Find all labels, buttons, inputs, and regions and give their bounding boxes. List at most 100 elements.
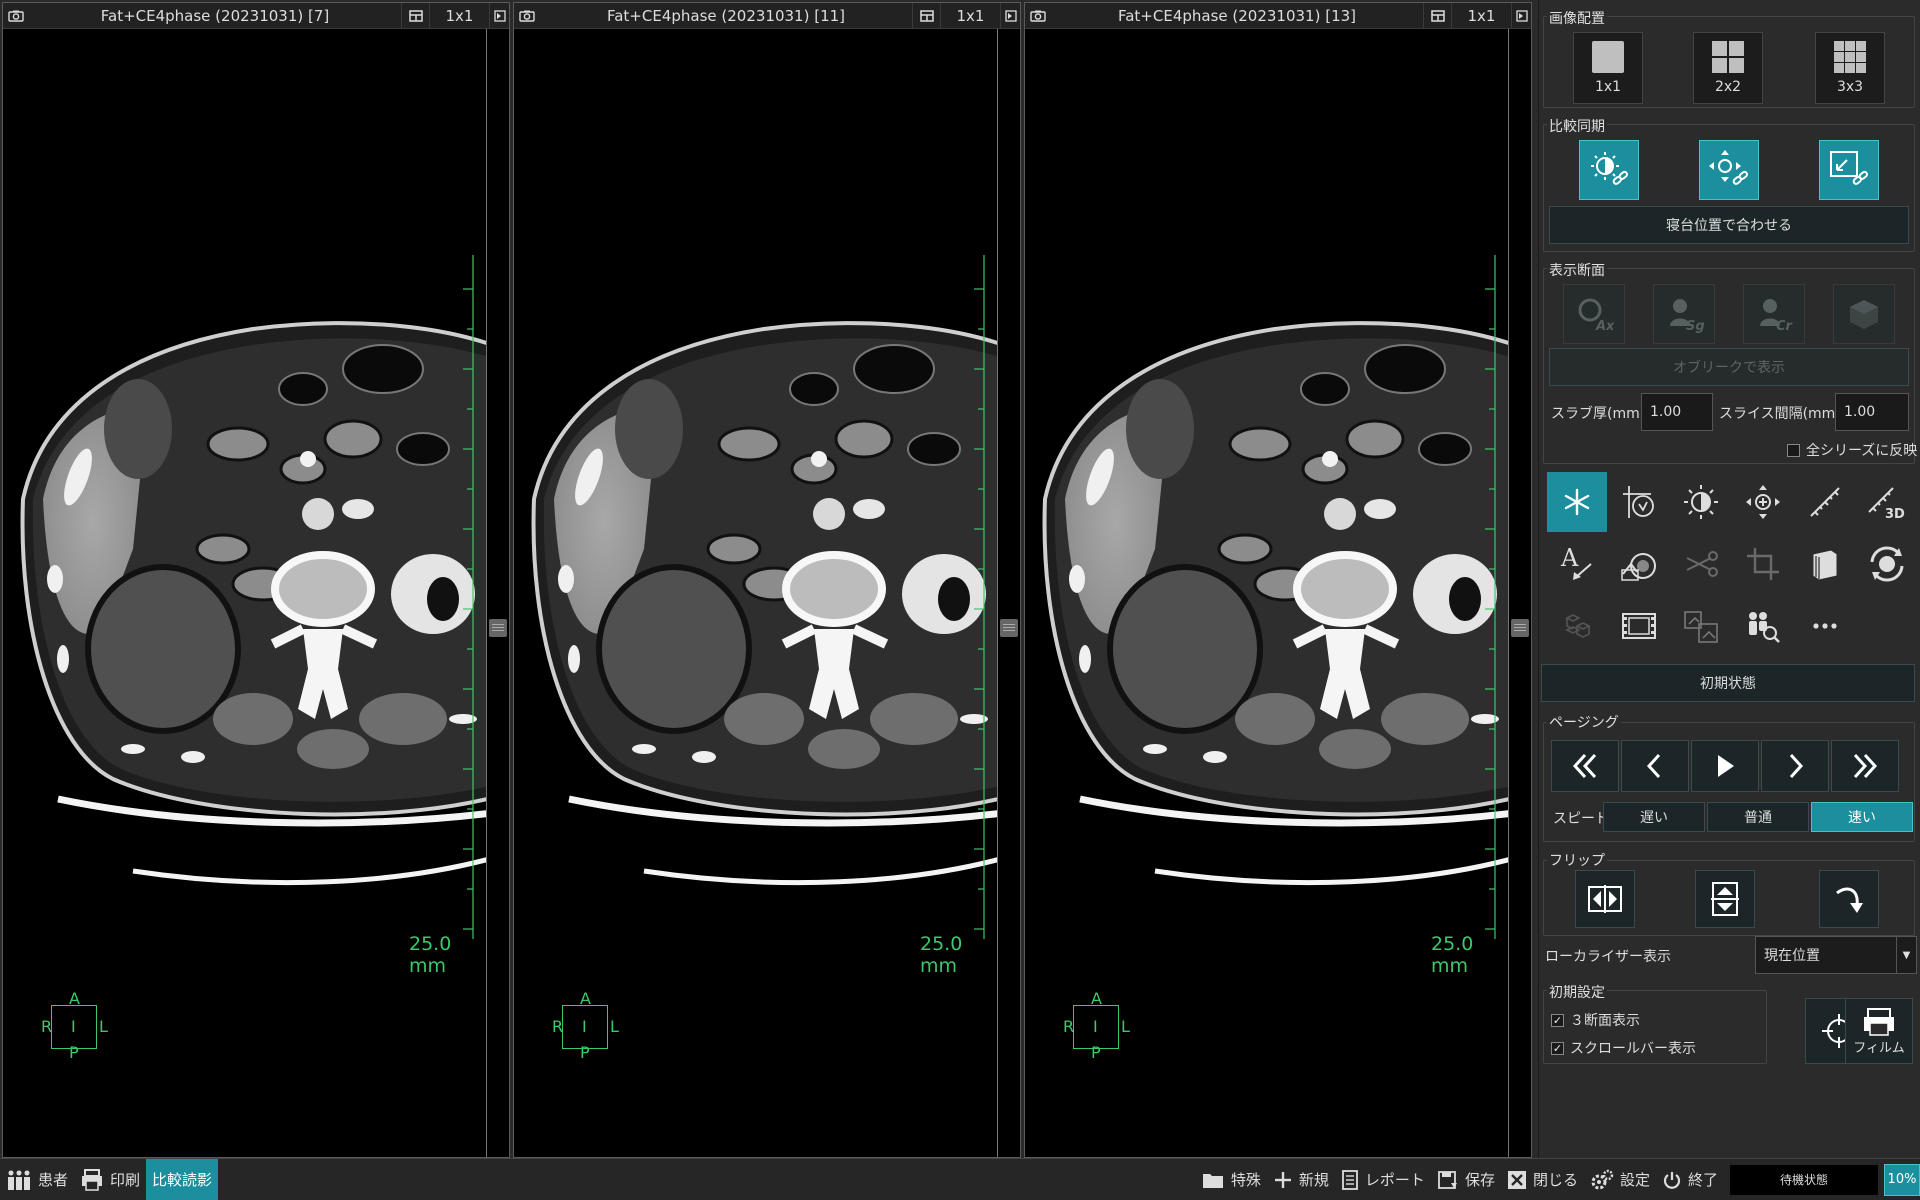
compare-reading-tab[interactable]: 比較読影 [146, 1158, 219, 1200]
orientation-r: R [41, 1017, 53, 1036]
flip-horizontal-button[interactable] [1575, 870, 1635, 928]
camera-icon[interactable] [514, 3, 540, 29]
crop-tool-button[interactable] [1733, 534, 1793, 594]
checkbox-checked[interactable]: ✓ [1551, 1041, 1564, 1055]
ct-axial-image[interactable]: 25.0 mm A R I L P [1025, 29, 1509, 1157]
new-button[interactable]: 新規 [1267, 1159, 1335, 1200]
exit-button[interactable]: 終了 [1656, 1159, 1724, 1200]
close-icon [1507, 1170, 1526, 1189]
compare-images-icon [1684, 611, 1718, 643]
image-viewport-3[interactable]: Fat+CE4phase (20231031) [13] 1x1 25.0 mm… [1024, 2, 1532, 1158]
coronal-view-button[interactable]: Cr [1743, 284, 1805, 344]
panel-toggle-icon[interactable] [1511, 2, 1531, 29]
layout-2x2-button[interactable]: 2x2 [1693, 32, 1763, 104]
viewport-header: Fat+CE4phase (20231031) [11] 1x1 [514, 2, 1020, 29]
sagittal-view-button[interactable]: Sg [1653, 284, 1715, 344]
settings-button[interactable]: 設定 [1584, 1159, 1656, 1200]
oblique-view-button[interactable]: オブリークで表示 [1549, 348, 1909, 386]
first-page-button[interactable] [1551, 740, 1619, 792]
3d-volume-button[interactable] [1833, 284, 1895, 344]
image-viewport-2[interactable]: Fat+CE4phase (20231031) [11] 1x1 25.0 mm… [513, 2, 1021, 1158]
special-button[interactable]: 特殊 [1195, 1159, 1267, 1200]
speed-normal-button[interactable]: 普通 [1707, 802, 1809, 832]
layout-grid-icon[interactable] [1423, 2, 1451, 29]
play-button[interactable] [1691, 740, 1759, 792]
cine-tool-button[interactable] [1609, 596, 1669, 656]
viewport-layout-label[interactable]: 1x1 [1451, 2, 1511, 29]
scrollbar-display-checkbox[interactable]: ✓ スクロールバー表示 [1551, 1038, 1696, 1058]
film-button[interactable]: フィルム [1845, 998, 1913, 1064]
speed-fast-button[interactable]: 速い [1811, 802, 1913, 832]
more-tools-button[interactable] [1795, 596, 1855, 656]
pan-tool-button[interactable] [1733, 472, 1793, 532]
patient-button[interactable]: 患者 [0, 1159, 74, 1200]
series-title: Fat+CE4phase (20231031) [13] [1117, 6, 1357, 25]
ct-axial-image[interactable]: 25.0 mm A R I L P [3, 29, 487, 1157]
print-button[interactable]: 印刷 [74, 1159, 146, 1200]
camera-icon[interactable] [3, 3, 29, 29]
flip-vertical-button[interactable] [1695, 870, 1755, 928]
layout-1x1-button[interactable]: 1x1 [1573, 32, 1643, 104]
annotation-tool-button[interactable]: A [1547, 534, 1607, 594]
localizer-select[interactable]: 現在位置 ▼ [1755, 936, 1917, 974]
compare-images-tool-button[interactable] [1671, 596, 1731, 656]
three-plane-checkbox[interactable]: ✓ ３断面表示 [1551, 1010, 1640, 1030]
roi-tool-button[interactable] [1609, 472, 1669, 532]
patient-search-tool-button[interactable] [1733, 596, 1793, 656]
speed-label: スピード [1553, 811, 1609, 827]
reset-button[interactable]: 初期状態 [1541, 664, 1915, 702]
layout-grid-icon[interactable] [912, 2, 940, 29]
ct-axial-image[interactable]: 25.0 mm A R I L P [514, 29, 998, 1157]
close-button[interactable]: 閉じる [1501, 1159, 1584, 1200]
checkbox-checked[interactable]: ✓ [1551, 1013, 1564, 1027]
svg-text:Cr: Cr [1776, 319, 1794, 334]
panel-toggle-icon[interactable] [1000, 2, 1020, 29]
zoom-link-icon [1830, 151, 1868, 185]
speed-slow-button[interactable]: 遅い [1603, 802, 1705, 832]
measure-3d-tool-button[interactable]: 3D [1857, 472, 1917, 532]
scrollbar-thumb[interactable] [489, 619, 507, 637]
previous-page-button[interactable] [1621, 740, 1689, 792]
sync-brightness-button[interactable] [1579, 140, 1639, 200]
volume-tool-button[interactable] [1547, 596, 1607, 656]
report-button[interactable]: レポート [1335, 1159, 1431, 1200]
layout-grid-icon[interactable] [401, 2, 429, 29]
layout-3x3-button[interactable]: 3x3 [1815, 32, 1885, 104]
scrollbar-thumb[interactable] [1000, 619, 1018, 637]
panel-toggle-icon[interactable] [489, 2, 509, 29]
viewport-layout-label[interactable]: 1x1 [429, 2, 489, 29]
apply-all-series-checkbox[interactable]: 全シリーズに反映 [1787, 440, 1917, 460]
image-viewport-1[interactable]: Fat+CE4phase (20231031) [7] 1x1 25.0 mm … [2, 2, 510, 1158]
viewport-scrollbar[interactable] [1509, 29, 1531, 1157]
save-button[interactable]: 保存 [1431, 1159, 1501, 1200]
camera-icon[interactable] [1025, 3, 1051, 29]
select-tool-button[interactable] [1547, 472, 1607, 532]
align-by-table-position-button[interactable]: 寝台位置で合わせる [1549, 206, 1909, 244]
viewport-layout-label[interactable]: 1x1 [940, 2, 1000, 29]
rotate-tool-button[interactable] [1857, 534, 1917, 594]
stack-tool-button[interactable] [1795, 534, 1855, 594]
measure-tool-button[interactable] [1795, 472, 1855, 532]
chevron-down-icon[interactable]: ▼ [1896, 937, 1916, 973]
play-icon [1718, 755, 1734, 777]
sync-zoom-button[interactable] [1819, 140, 1879, 200]
window-level-tool-button[interactable] [1671, 472, 1731, 532]
orientation-l: L [1121, 1017, 1130, 1036]
image-filter-tool-button[interactable] [1609, 534, 1669, 594]
viewport-scrollbar[interactable] [998, 29, 1020, 1157]
axial-view-button[interactable]: Ax [1563, 284, 1625, 344]
link-tool-button[interactable] [1671, 534, 1731, 594]
last-page-button[interactable] [1831, 740, 1899, 792]
scale-label: 25.0 mm [409, 933, 452, 977]
flip-horizontal-icon [1588, 885, 1622, 913]
orientation-marker: A R I L P [550, 989, 620, 1062]
slab-thickness-input[interactable]: 1.00 [1641, 393, 1713, 431]
sync-pan-button[interactable] [1699, 140, 1759, 200]
viewport-scrollbar[interactable] [487, 29, 509, 1157]
slice-interval-input[interactable]: 1.00 [1835, 393, 1909, 431]
rotate-right-button[interactable] [1819, 870, 1879, 928]
move-icon [1746, 485, 1780, 519]
next-page-button[interactable] [1761, 740, 1829, 792]
scrollbar-thumb[interactable] [1511, 619, 1529, 637]
checkbox-box[interactable] [1787, 443, 1800, 457]
